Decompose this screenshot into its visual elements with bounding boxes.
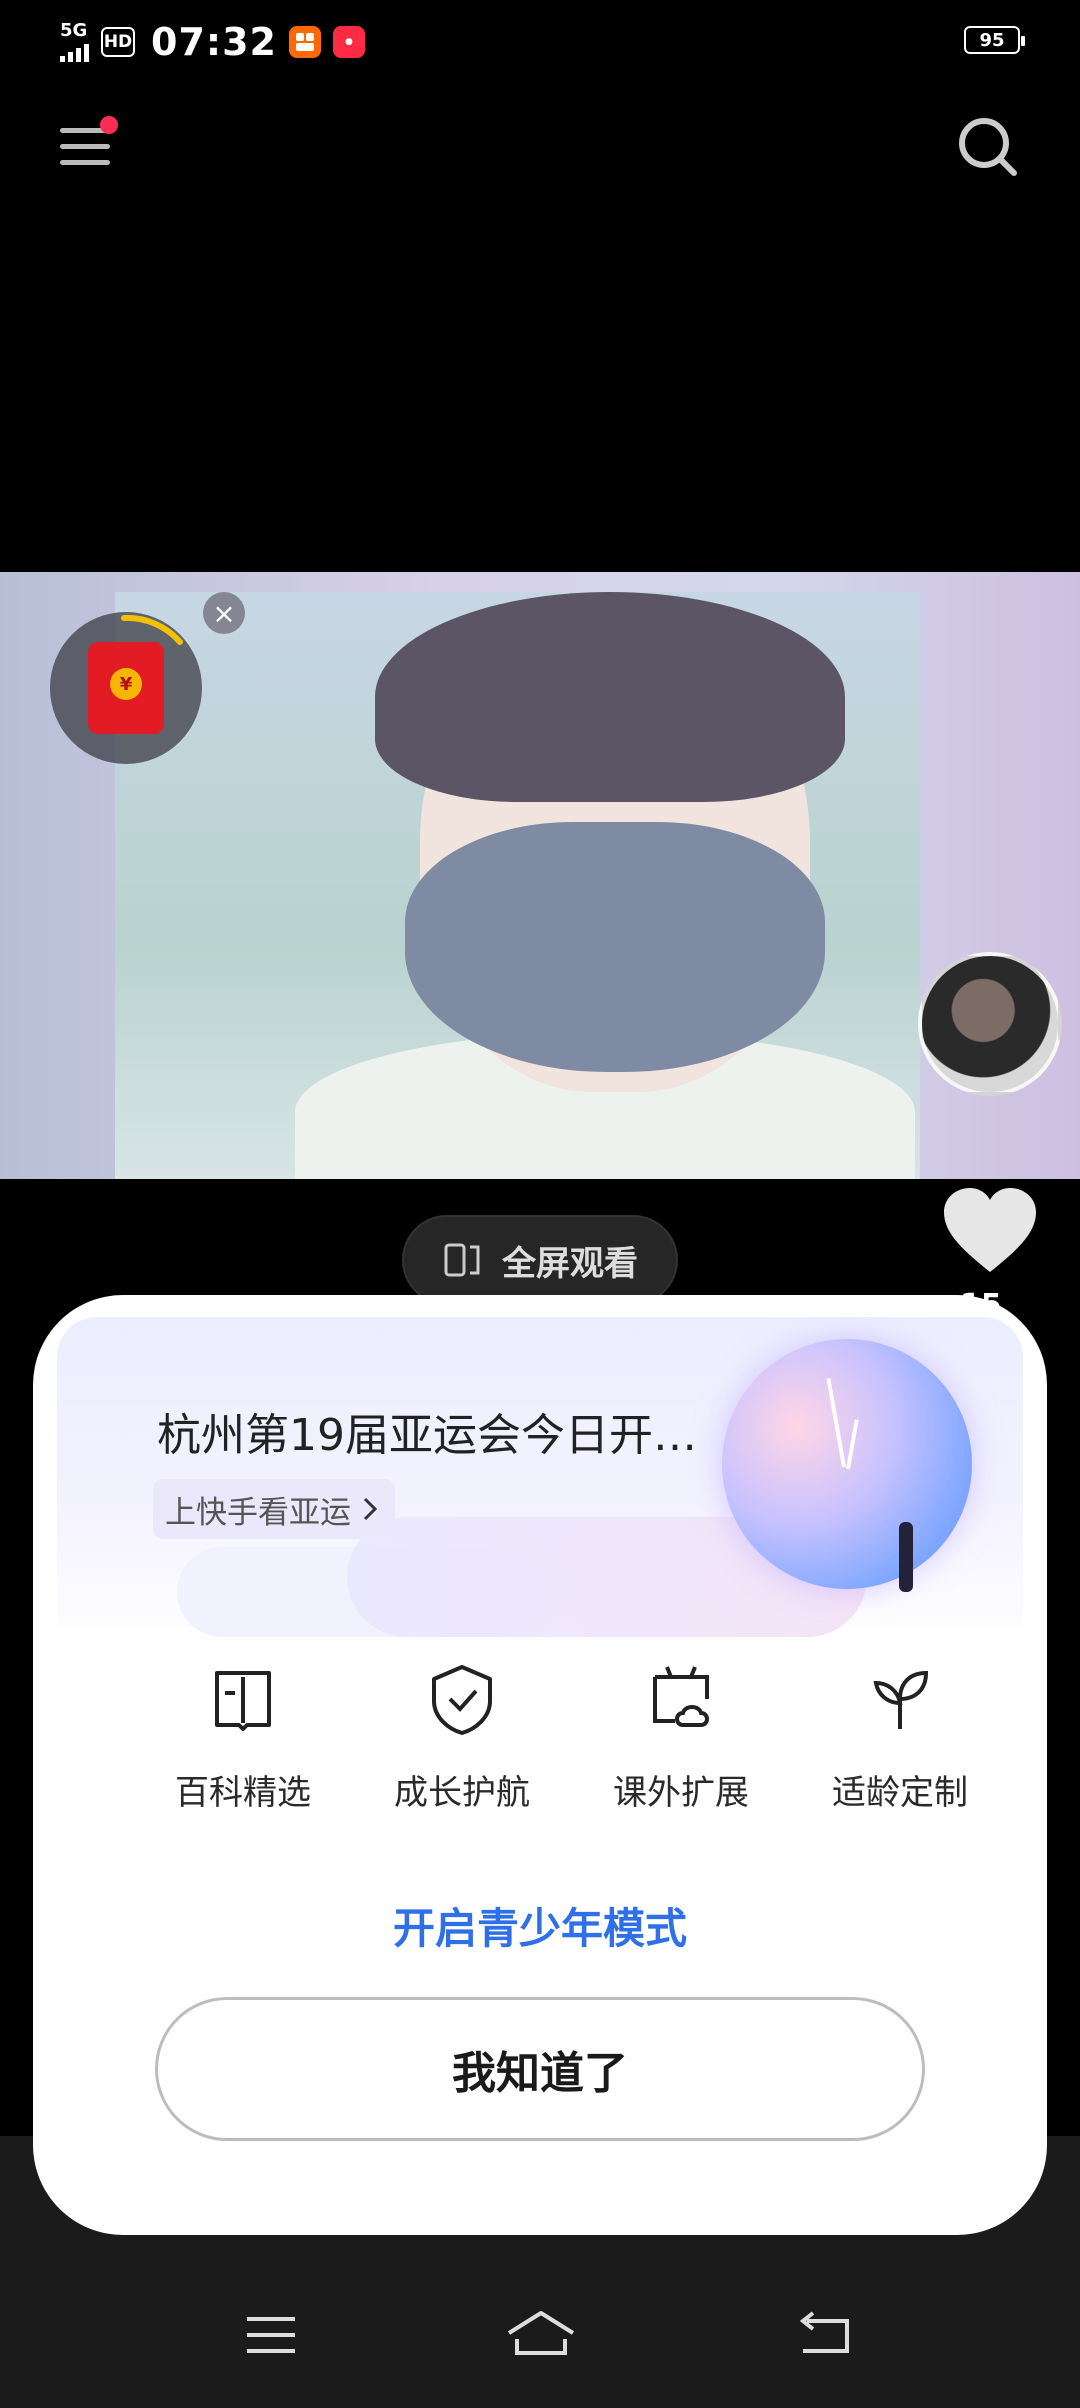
kuaishou-app-icon: [288, 26, 321, 58]
feature-label: 百科精选: [175, 1773, 311, 1813]
shield-check-icon: [432, 1665, 492, 1735]
teen-mode-dialog: 杭州第19届亚运会今日开… 上快手看亚运 百科精选 成长护航 课外扩展 适龄定制…: [33, 1295, 1047, 2235]
acknowledge-button[interactable]: 我知道了: [155, 1997, 925, 2141]
back-icon[interactable]: [795, 2311, 853, 2357]
recent-apps-icon[interactable]: [245, 2313, 297, 2359]
banner-link[interactable]: 上快手看亚运: [153, 1479, 395, 1539]
heart-icon: [944, 1188, 1036, 1272]
system-nav-bar: [0, 2305, 1080, 2385]
shopping-app-icon: ●: [332, 26, 365, 58]
red-envelope-widget[interactable]: ¥: [50, 612, 202, 764]
video-subject-mask: [405, 822, 825, 1072]
search-button[interactable]: [956, 115, 1020, 179]
sprout-icon: [873, 1670, 929, 1729]
feature-item: 成长护航: [362, 1659, 562, 1814]
banner-link-label: 上快手看亚运: [165, 1494, 351, 1531]
enable-teen-mode-link[interactable]: 开启青少年模式: [33, 1895, 1047, 1956]
fullscreen-label: 全屏观看: [502, 1243, 638, 1284]
feature-label: 课外扩展: [613, 1773, 749, 1813]
menu-icon-line: [60, 144, 110, 149]
red-envelope-icon: ¥: [88, 642, 164, 734]
dialog-banner[interactable]: 杭州第19届亚运会今日开… 上快手看亚运: [57, 1317, 1023, 1647]
feature-item: 百科精选: [143, 1659, 343, 1814]
feature-item: 课外扩展: [581, 1659, 781, 1814]
author-avatar[interactable]: [918, 952, 1062, 1096]
person-illustration: [899, 1522, 913, 1592]
search-icon: [959, 118, 1017, 176]
clock-illustration: [722, 1339, 972, 1589]
feature-label: 适龄定制: [832, 1773, 968, 1813]
banner-title: 杭州第19届亚运会今日开…: [157, 1410, 697, 1461]
menu-button[interactable]: [60, 116, 118, 174]
like-button[interactable]: [940, 1186, 1040, 1276]
rotate-screen-icon: [444, 1243, 480, 1277]
status-left: 5G HD 07:32 ●: [60, 20, 365, 64]
menu-icon-line: [60, 160, 110, 165]
home-icon[interactable]: [505, 2309, 577, 2359]
clock-hand: [846, 1419, 859, 1470]
chevron-right-icon: [363, 1497, 378, 1521]
network-indicator: 5G: [60, 22, 89, 62]
feature-item: 适龄定制: [800, 1659, 1000, 1814]
clock-hand: [826, 1378, 846, 1468]
clock-time: 07:32: [151, 20, 277, 64]
status-bar: 5G HD 07:32 ● 95: [0, 0, 1080, 90]
feature-list: 百科精选 成长护航 课外扩展 适龄定制: [33, 1659, 1047, 1829]
easel-cloud-icon: [653, 1666, 709, 1727]
yuan-coin-icon: ¥: [110, 668, 142, 700]
fullscreen-button[interactable]: 全屏观看: [402, 1215, 678, 1305]
feature-label: 成长护航: [394, 1773, 530, 1813]
close-icon[interactable]: ×: [203, 592, 245, 634]
video-frame: [115, 592, 920, 1179]
network-type: 5G: [60, 20, 88, 41]
hd-badge: HD: [101, 27, 135, 57]
signal-icon: [60, 40, 89, 62]
book-icon: [215, 1671, 271, 1731]
video-subject-hat: [375, 592, 845, 802]
battery-indicator: 95: [964, 26, 1025, 54]
notification-dot: [100, 116, 118, 134]
